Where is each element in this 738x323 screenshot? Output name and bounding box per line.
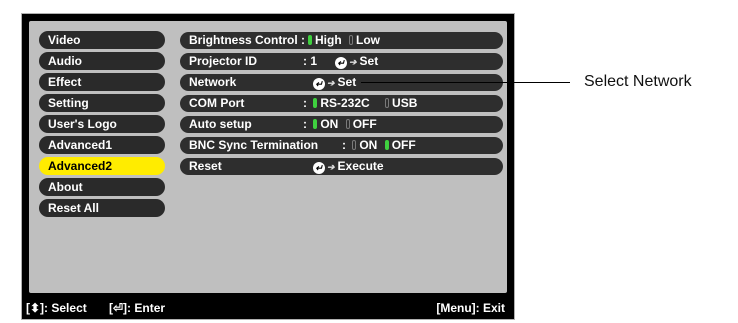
bnc-sync-options: : ON OFF xyxy=(342,137,416,154)
row-label: Projector ID xyxy=(189,54,258,68)
menu-item-audio[interactable]: Audio xyxy=(39,52,165,70)
enter-icon: ↵ xyxy=(313,78,325,90)
option-high[interactable]: High xyxy=(315,33,342,47)
action-label: Set xyxy=(337,75,357,89)
menu-item-effect[interactable]: Effect xyxy=(39,73,165,91)
select-hint: [⬍]: Select xyxy=(26,301,87,315)
row-label: COM Port xyxy=(189,96,245,110)
selected-indicator-icon xyxy=(308,35,312,45)
menu-item-video[interactable]: Video xyxy=(39,31,165,49)
brightness-control-row[interactable]: Brightness Control : High Low xyxy=(180,32,503,49)
exit-hint: [Menu]: Exit xyxy=(436,301,505,315)
colon: : xyxy=(342,138,346,152)
projector-id-action[interactable]: ↵ ➔ Set xyxy=(335,53,378,71)
unselected-indicator-icon xyxy=(345,119,350,129)
option-rs232c[interactable]: RS-232C xyxy=(320,96,369,110)
projector-id-row[interactable]: Projector ID : 1 ↵ ➔ Set xyxy=(180,53,503,70)
projector-id-value: : 1 xyxy=(303,54,318,68)
callout-line xyxy=(361,82,570,83)
footer-bar: [⬍]: Select [⏎]: Enter [Menu]: Exit xyxy=(22,297,514,319)
unselected-indicator-icon xyxy=(349,35,354,45)
enter-hint: [⏎]: Enter xyxy=(109,301,166,315)
bnc-sync-termination-row[interactable]: BNC Sync Termination : ON OFF xyxy=(180,137,503,154)
row-label: Auto setup xyxy=(189,117,252,131)
selected-indicator-icon xyxy=(313,98,318,108)
option-low[interactable]: Low xyxy=(356,33,380,47)
com-port-options: : RS-232C USB xyxy=(303,95,417,112)
enter-icon: ↵ xyxy=(335,57,347,69)
row-label: Brightness Control : xyxy=(189,33,305,47)
menu-item-advanced2[interactable]: Advanced2 xyxy=(39,157,165,175)
action-label: Set xyxy=(359,54,379,68)
menu-item-setting[interactable]: Setting xyxy=(39,94,165,112)
unselected-indicator-icon xyxy=(385,98,390,108)
reset-action[interactable]: ↵ ➔ Execute xyxy=(313,158,384,176)
reset-row[interactable]: Reset ↵ ➔ Execute xyxy=(180,158,503,175)
arrow-right-icon: ➔ xyxy=(327,78,335,88)
option-on[interactable]: ON xyxy=(320,117,338,131)
com-port-row[interactable]: COM Port : RS-232C USB xyxy=(180,95,503,112)
row-label: Network xyxy=(189,75,237,89)
arrow-right-icon: ➔ xyxy=(327,162,335,172)
action-label: Execute xyxy=(337,159,384,173)
menu-panel: Video Audio Effect Setting User's Logo A… xyxy=(29,21,507,293)
auto-setup-options: : ON OFF xyxy=(303,116,377,133)
auto-setup-row[interactable]: Auto setup : ON OFF xyxy=(180,116,503,133)
network-action[interactable]: ↵ ➔ Set xyxy=(313,74,356,92)
option-off[interactable]: OFF xyxy=(353,117,377,131)
option-off[interactable]: OFF xyxy=(392,138,416,152)
menu-item-users-logo[interactable]: User's Logo xyxy=(39,115,165,133)
projector-menu-screen: Video Audio Effect Setting User's Logo A… xyxy=(21,13,515,320)
row-label: Reset xyxy=(189,159,222,173)
menu-item-reset-all[interactable]: Reset All xyxy=(39,199,165,217)
menu-item-advanced1[interactable]: Advanced1 xyxy=(39,136,165,154)
selected-indicator-icon xyxy=(384,140,389,150)
colon: : xyxy=(303,96,307,110)
brightness-options: High Low xyxy=(308,32,380,49)
option-on[interactable]: ON xyxy=(359,138,377,152)
menu-item-about[interactable]: About xyxy=(39,178,165,196)
arrow-right-icon: ➔ xyxy=(349,57,357,67)
selected-indicator-icon xyxy=(313,119,318,129)
row-label: BNC Sync Termination xyxy=(189,138,319,152)
colon: : xyxy=(303,117,307,131)
callout-label: Select Network xyxy=(584,73,692,90)
enter-icon: ↵ xyxy=(313,162,325,174)
unselected-indicator-icon xyxy=(352,140,357,150)
option-usb[interactable]: USB xyxy=(392,96,417,110)
